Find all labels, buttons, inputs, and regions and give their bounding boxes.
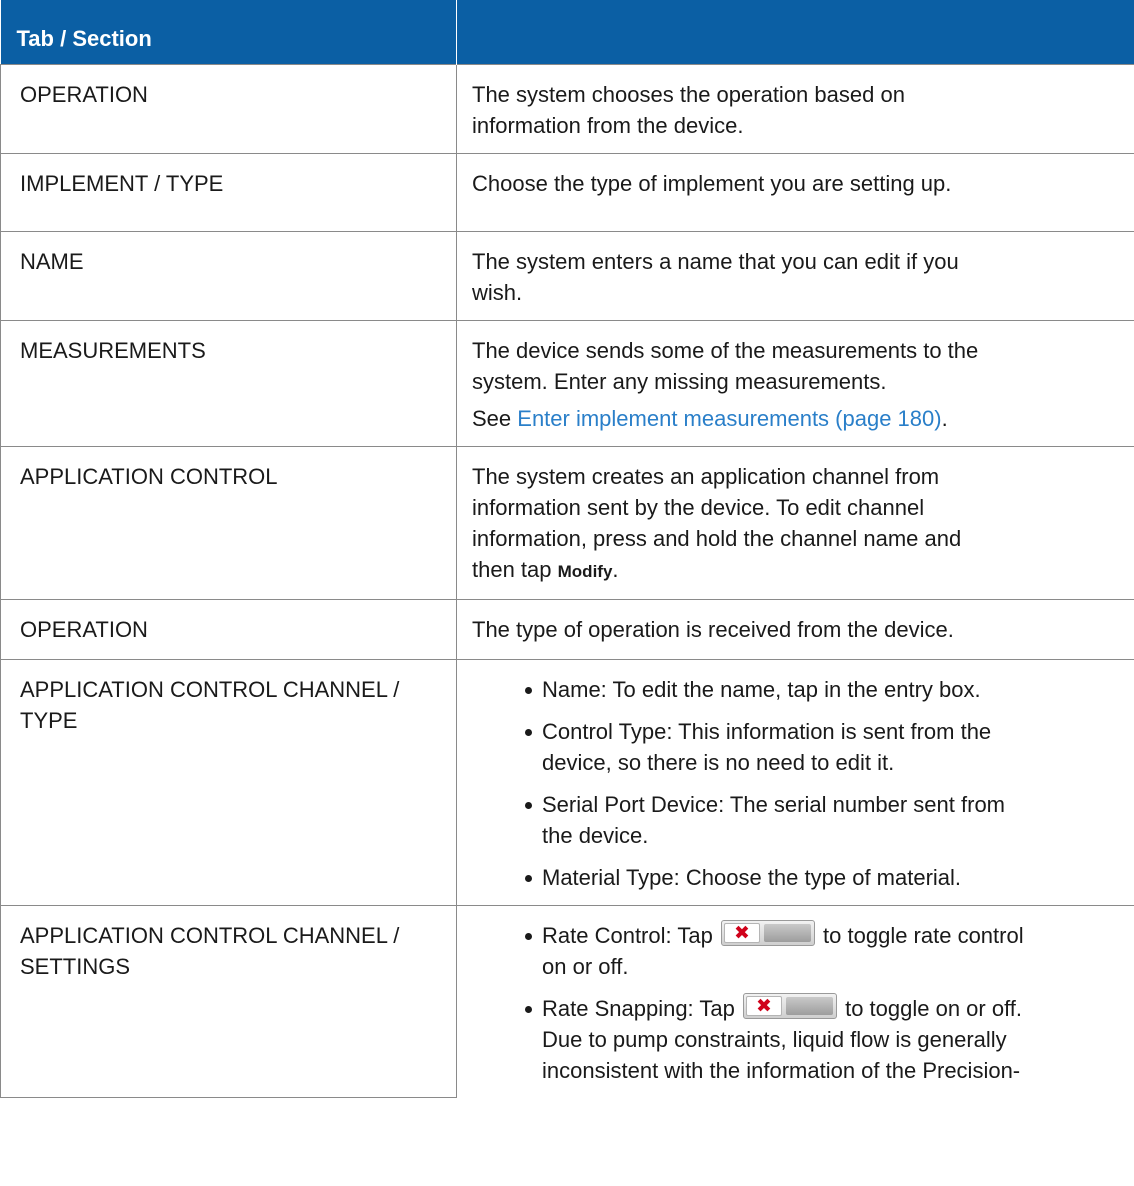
row-label-text: OPERATION <box>20 81 148 107</box>
list-item: Serial Port Device: The serial number se… <box>472 789 1122 851</box>
description-line: The system enters a name that you can ed… <box>472 248 959 274</box>
description-line: The type of operation is received from t… <box>472 616 954 642</box>
header-description <box>456 0 1134 64</box>
settings-table: Tab / Section OPERATION The system choos… <box>0 0 1134 1098</box>
row-description: The system enters a name that you can ed… <box>456 230 1134 321</box>
row-label: OPERATION <box>0 598 457 660</box>
row-description: The system chooses the operation based o… <box>456 63 1134 154</box>
table-row: IMPLEMENT / TYPE Choose the type of impl… <box>0 152 1134 232</box>
row-label-text: APPLICATION CONTROL CHANNEL / <box>20 676 400 702</box>
bullet-dot <box>525 932 532 940</box>
toggle-track <box>763 923 811 942</box>
description-line: system. Enter any missing measurements. <box>472 368 887 394</box>
bullet-list: Rate Control: Tap ✖ to toggle rate contr… <box>472 919 1122 1086</box>
list-item: Control Type: This information is sent f… <box>472 716 1122 778</box>
bullet-line: Name: To edit the name, tap in the entry… <box>542 676 981 702</box>
row-label-text: IMPLEMENT / TYPE <box>20 170 224 196</box>
list-item: Name: To edit the name, tap in the entry… <box>472 674 1122 705</box>
bullet-line: on or off. <box>542 953 629 979</box>
row-label-text: OPERATION <box>20 616 148 642</box>
toggle-off-icon[interactable]: ✖ <box>742 992 837 1019</box>
description-line: The system creates an application channe… <box>472 463 940 489</box>
see-prefix: See <box>472 405 518 431</box>
bullet-dot <box>525 801 532 809</box>
table-row: APPLICATION CONTROL CHANNEL / SETTINGS R… <box>0 904 1134 1098</box>
x-icon: ✖ <box>723 922 760 943</box>
description-line: then tap Modify. <box>472 554 1122 587</box>
row-description: The type of operation is received from t… <box>456 598 1134 660</box>
description-line: wish. <box>472 279 523 305</box>
row-description: The device sends some of the measurement… <box>456 319 1134 447</box>
row-label-text: MEASUREMENTS <box>20 337 206 363</box>
bullet-line: Due to pump constraints, liquid flow is … <box>542 1026 1007 1052</box>
rate-control-after: to toggle rate control <box>816 922 1024 948</box>
row-label: APPLICATION CONTROL CHANNEL / SETTINGS <box>0 904 457 1098</box>
table-row: OPERATION The type of operation is recei… <box>0 598 1134 660</box>
description-line: information from the device. <box>472 112 744 138</box>
row-label-text: TYPE <box>20 707 78 733</box>
bullet-dot <box>525 1005 532 1013</box>
row-description: The system creates an application channe… <box>456 445 1134 600</box>
description-paragraph: The device sends some of the measurement… <box>472 335 1122 397</box>
bullet-dot <box>525 728 532 736</box>
description-line: information sent by the device. To edit … <box>472 494 925 520</box>
bullet-list: Name: To edit the name, tap in the entry… <box>472 674 1122 893</box>
modify-command: Modify <box>557 561 613 581</box>
x-icon: ✖ <box>745 995 782 1016</box>
rate-snapping-after: to toggle on or off. <box>838 995 1023 1021</box>
row-label-text: SETTINGS <box>20 953 131 979</box>
header-tab-section: Tab / Section <box>0 0 457 64</box>
row-label-text: NAME <box>20 248 84 274</box>
bullet-line: Control Type: This information is sent f… <box>542 718 992 744</box>
description-line: information, press and hold the channel … <box>472 525 962 551</box>
bullet-line: Rate Control: Tap ✖ to toggle rate contr… <box>542 919 1122 951</box>
bullet-line: inconsistent with the information of the… <box>542 1057 1021 1083</box>
table-row: MEASUREMENTS The device sends some of th… <box>0 319 1134 447</box>
list-item: Rate Snapping: Tap ✖ to toggle on or off… <box>472 992 1122 1086</box>
row-description: Rate Control: Tap ✖ to toggle rate contr… <box>456 904 1134 1098</box>
bullet-line: Material Type: Choose the type of materi… <box>542 864 962 890</box>
description-line: The device sends some of the measurement… <box>472 337 979 363</box>
bullet-dot <box>525 874 532 882</box>
table-row: NAME The system enters a name that you c… <box>0 230 1134 321</box>
toggle-off-icon[interactable]: ✖ <box>720 919 815 946</box>
bullet-line: Serial Port Device: The serial number se… <box>542 791 1005 817</box>
see-also-line: See Enter implement measurements (page 1… <box>472 403 1122 434</box>
row-label-text: APPLICATION CONTROL <box>20 463 278 489</box>
bullet-line: Rate Snapping: Tap ✖ to toggle on or off… <box>542 992 1122 1024</box>
row-label: IMPLEMENT / TYPE <box>0 152 457 232</box>
row-label-text: APPLICATION CONTROL CHANNEL / <box>20 922 400 948</box>
description-line: The system chooses the operation based o… <box>472 81 905 107</box>
bullet-line: device, so there is no need to edit it. <box>542 749 895 775</box>
measurements-link[interactable]: Enter implement measurements (page 180) <box>517 406 941 431</box>
bullet-dot <box>525 686 532 694</box>
list-item: Rate Control: Tap ✖ to toggle rate contr… <box>472 919 1122 982</box>
rate-snapping-before: Rate Snapping: Tap <box>542 995 741 1021</box>
row-label: APPLICATION CONTROL <box>0 445 457 600</box>
bullet-line: the device. <box>542 822 649 848</box>
row-description: Choose the type of implement you are set… <box>456 152 1134 232</box>
table-row: OPERATION The system chooses the operati… <box>0 63 1134 154</box>
table-header-row: Tab / Section <box>0 0 1134 64</box>
list-item: Material Type: Choose the type of materi… <box>472 862 1122 893</box>
row-label: APPLICATION CONTROL CHANNEL / TYPE <box>0 658 457 906</box>
table-row: APPLICATION CONTROL The system creates a… <box>0 445 1134 600</box>
table-row: APPLICATION CONTROL CHANNEL / TYPE Name:… <box>0 658 1134 906</box>
see-suffix: . <box>941 405 948 431</box>
toggle-track <box>785 996 833 1015</box>
modify-prefix: then tap <box>472 556 558 582</box>
row-description: Name: To edit the name, tap in the entry… <box>456 658 1134 906</box>
row-label: NAME <box>0 230 457 321</box>
modify-suffix: . <box>612 556 619 582</box>
row-label: OPERATION <box>0 63 457 154</box>
rate-control-before: Rate Control: Tap <box>542 922 719 948</box>
description-line: Choose the type of implement you are set… <box>472 170 952 196</box>
row-label: MEASUREMENTS <box>0 319 457 447</box>
